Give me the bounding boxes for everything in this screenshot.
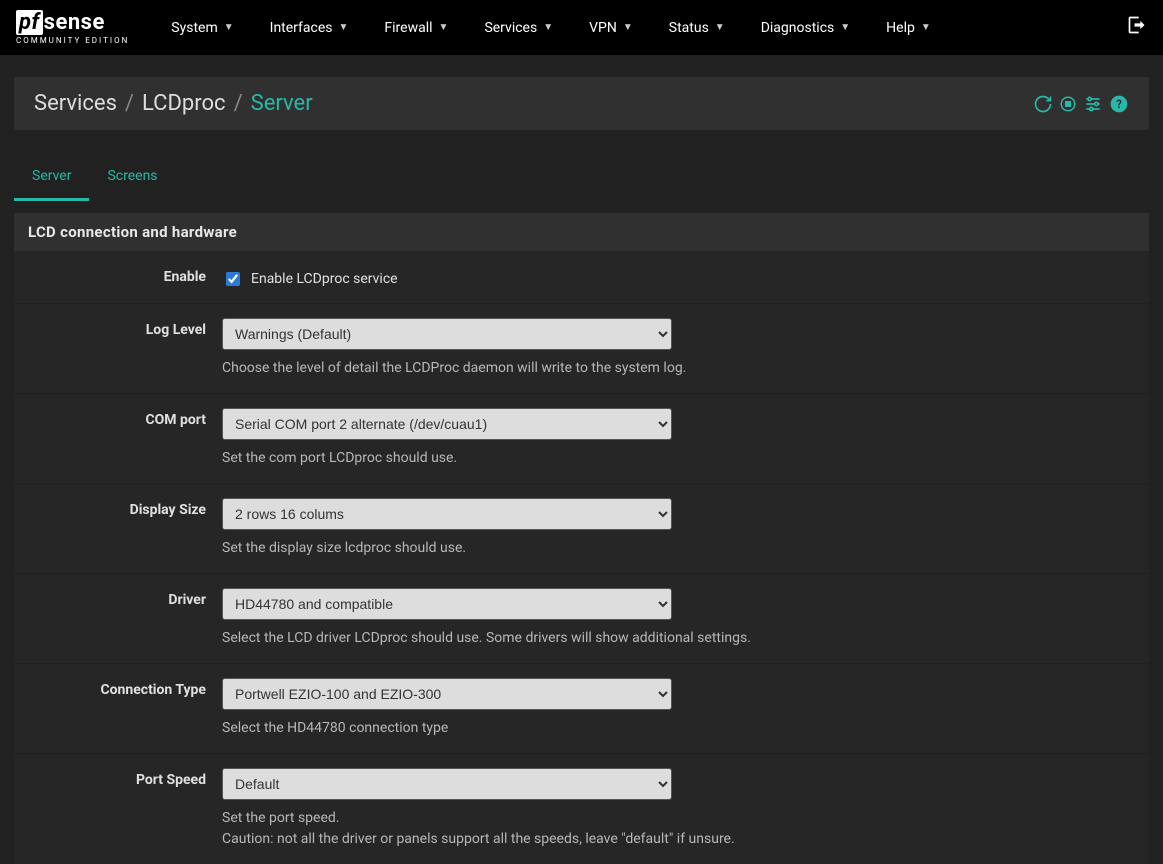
loglevel-select[interactable]: Warnings (Default): [222, 318, 672, 350]
row-conntype: Connection Type Portwell EZIO-100 and EZ…: [14, 664, 1149, 754]
nav-help[interactable]: Help▼: [868, 20, 949, 36]
comport-select[interactable]: Serial COM port 2 alternate (/dev/cuau1): [222, 408, 672, 440]
nav-system[interactable]: System▼: [153, 20, 251, 36]
panel-heading: LCD connection and hardware: [14, 213, 1149, 251]
label-loglevel: Log Level: [26, 318, 222, 338]
help-driver: Select the LCD driver LCDproc should use…: [222, 628, 972, 649]
row-enable: Enable Enable LCDproc service: [14, 251, 1149, 304]
help-portspeed: Set the port speed. Caution: not all the…: [222, 808, 972, 850]
row-displaysize: Display Size 2 rows 16 colums Set the di…: [14, 484, 1149, 574]
caret-down-icon: ▼: [623, 22, 633, 33]
svg-text:?: ?: [1116, 97, 1122, 111]
tab-server[interactable]: Server: [14, 154, 89, 201]
logo[interactable]: pfsense COMMUNITY EDITION: [16, 10, 129, 45]
label-portspeed: Port Speed: [26, 768, 222, 788]
breadcrumb-services[interactable]: Services: [34, 91, 117, 116]
displaysize-select[interactable]: 2 rows 16 colums: [222, 498, 672, 530]
nav-vpn[interactable]: VPN▼: [571, 20, 651, 36]
nav-diagnostics[interactable]: Diagnostics▼: [743, 20, 868, 36]
breadcrumb-lcdproc[interactable]: LCDproc: [142, 91, 226, 116]
caret-down-icon: ▼: [543, 22, 553, 33]
top-nav: pfsense COMMUNITY EDITION System▼ Interf…: [0, 0, 1163, 55]
nav-menu: System▼ Interfaces▼ Firewall▼ Services▼ …: [153, 20, 948, 36]
row-driver: Driver HD44780 and compatible Select the…: [14, 574, 1149, 664]
logout-icon[interactable]: [1127, 15, 1147, 40]
caret-down-icon: ▼: [439, 22, 449, 33]
caret-down-icon: ▼: [921, 22, 931, 33]
portspeed-select[interactable]: Default: [222, 768, 672, 800]
tab-screens[interactable]: Screens: [89, 154, 175, 201]
enable-checkbox-wrap[interactable]: Enable LCDproc service: [222, 265, 972, 289]
driver-select[interactable]: HD44780 and compatible: [222, 588, 672, 620]
breadcrumb-server: Server: [251, 91, 313, 116]
nav-interfaces[interactable]: Interfaces▼: [252, 20, 367, 36]
restart-service-icon[interactable]: [1033, 94, 1053, 114]
nav-services[interactable]: Services▼: [466, 20, 571, 36]
row-loglevel: Log Level Warnings (Default) Choose the …: [14, 304, 1149, 394]
caret-down-icon: ▼: [224, 22, 234, 33]
caret-down-icon: ▼: [339, 22, 349, 33]
breadcrumb-sep: /: [234, 91, 243, 116]
row-portspeed: Port Speed Default Set the port speed. C…: [14, 754, 1149, 864]
help-displaysize: Set the display size lcdproc should use.: [222, 538, 972, 559]
logo-subtitle: COMMUNITY EDITION: [16, 36, 129, 45]
stop-service-icon[interactable]: [1059, 95, 1077, 113]
help-conntype: Select the HD44780 connection type: [222, 718, 972, 739]
page-header: Services / LCDproc / Server ?: [14, 77, 1149, 130]
breadcrumb: Services / LCDproc / Server: [34, 91, 313, 116]
help-comport: Set the com port LCDproc should use.: [222, 448, 972, 469]
caret-down-icon: ▼: [840, 22, 850, 33]
header-actions: ?: [1033, 94, 1129, 114]
help-icon[interactable]: ?: [1109, 94, 1129, 114]
enable-checkbox[interactable]: [226, 272, 240, 286]
conntype-select[interactable]: Portwell EZIO-100 and EZIO-300: [222, 678, 672, 710]
help-loglevel: Choose the level of detail the LCDProc d…: [222, 358, 972, 379]
label-comport: COM port: [26, 408, 222, 428]
caret-down-icon: ▼: [715, 22, 725, 33]
logo-pf: pf: [16, 10, 43, 35]
label-driver: Driver: [26, 588, 222, 608]
nav-firewall[interactable]: Firewall▼: [366, 20, 466, 36]
tabs: Server Screens: [14, 154, 1149, 201]
panel-lcd-hardware: LCD connection and hardware Enable Enabl…: [14, 213, 1149, 864]
enable-text: Enable LCDproc service: [251, 271, 398, 287]
related-settings-icon[interactable]: [1083, 94, 1103, 114]
label-displaysize: Display Size: [26, 498, 222, 518]
label-enable: Enable: [26, 265, 222, 285]
breadcrumb-sep: /: [125, 91, 134, 116]
row-comport: COM port Serial COM port 2 alternate (/d…: [14, 394, 1149, 484]
label-conntype: Connection Type: [26, 678, 222, 698]
logo-sense: sense: [44, 10, 105, 35]
nav-status[interactable]: Status▼: [651, 20, 743, 36]
